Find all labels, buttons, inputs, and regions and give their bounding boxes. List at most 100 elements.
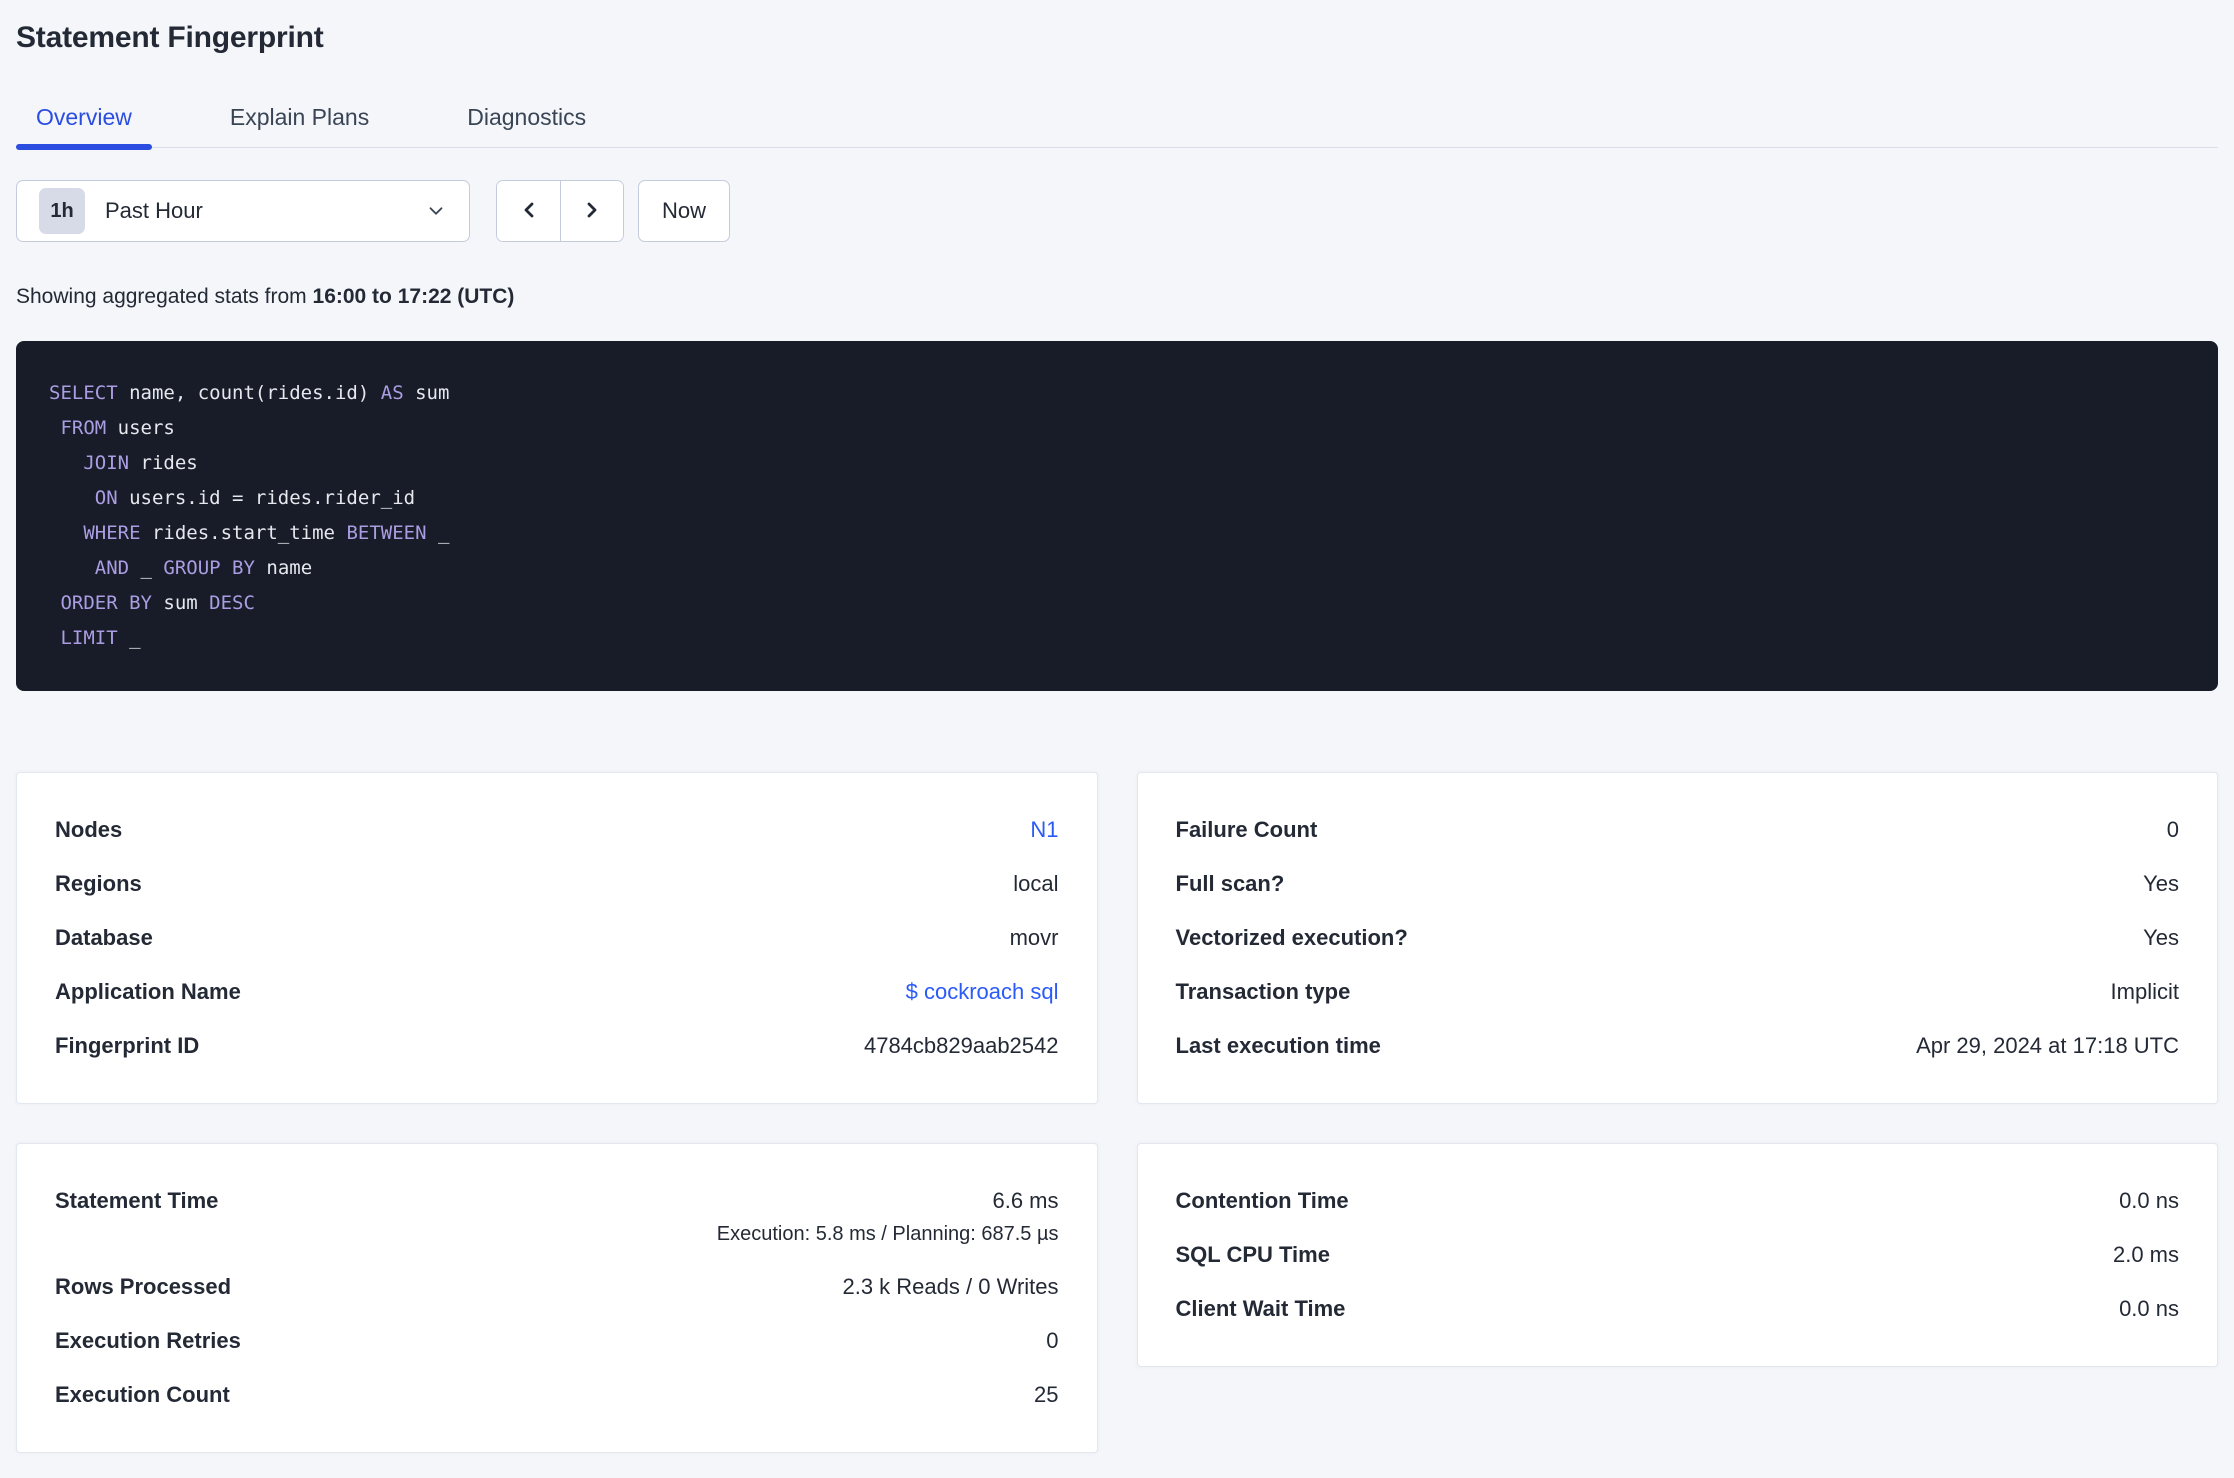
stat-label: Client Wait Time (1175, 1296, 1346, 1321)
sql-text: rides.start_time (140, 522, 347, 544)
timing-cards-row: Statement Time 6.6 ms Execution: 5.8 ms … (16, 1143, 2218, 1453)
stat-value: Yes (2143, 925, 2179, 950)
sql-text: users (106, 417, 175, 439)
next-interval-button[interactable] (560, 181, 623, 241)
stat-label: Fingerprint ID (55, 1033, 200, 1058)
prev-interval-button[interactable] (497, 181, 560, 241)
sql-line: WHERE rides.start_time BETWEEN _ (49, 516, 2185, 551)
stat-row: Regions local (55, 871, 1059, 897)
chevron-down-icon (425, 200, 447, 222)
stat-label: Contention Time (1175, 1188, 1349, 1213)
stat-row: Fingerprint ID 4784cb829aab2542 (55, 1033, 1059, 1059)
stat-value: 0 (2166, 817, 2179, 842)
stat-label: Transaction type (1175, 979, 1351, 1004)
sql-text: _ (426, 522, 450, 544)
stat-label: Execution Retries (55, 1328, 241, 1353)
stat-row: Execution Retries 0 (55, 1328, 1059, 1354)
stat-row: Vectorized execution? Yes (1176, 925, 2180, 951)
sql-keyword: DESC (209, 592, 255, 614)
aggregation-summary-range: 16:00 to 17:22 (UTC) (312, 285, 515, 308)
overview-cards-row: Nodes N1 Regions local Database movr App… (16, 772, 2218, 1104)
sql-text: rides (129, 452, 198, 474)
sql-statement-box: SELECT name, count(rides.id) AS sum FROM… (16, 341, 2218, 691)
sql-line: FROM users (49, 411, 2185, 446)
sql-text: name, count(rides.id) (117, 382, 381, 404)
stat-row: Execution Count 25 (55, 1382, 1059, 1408)
stat-label: Rows Processed (55, 1274, 232, 1299)
stat-label: Full scan? (1175, 871, 1285, 896)
stat-row: Last execution time Apr 29, 2024 at 17:1… (1176, 1033, 2180, 1059)
sql-keyword: ON (94, 487, 118, 509)
sql-line: ORDER BY sum DESC (49, 586, 2185, 621)
node-link[interactable]: N1 (1030, 817, 1058, 843)
stat-row: Transaction type Implicit (1176, 979, 2180, 1005)
stat-value-block: 6.6 ms Execution: 5.8 ms / Planning: 687… (717, 1188, 1059, 1246)
sql-text: name (254, 557, 313, 579)
stat-label: Vectorized execution? (1175, 925, 1408, 950)
stat-subvalue: Execution: 5.8 ms / Planning: 687.5 µs (716, 1223, 1059, 1245)
app-name-link[interactable]: $ cockroach sql (906, 979, 1059, 1005)
time-controls: 1h Past Hour Now (16, 180, 2218, 242)
stat-value: 25 (1034, 1382, 1059, 1407)
sql-keyword: SELECT (49, 382, 118, 404)
card-wait-time: Contention Time 0.0 ns SQL CPU Time 2.0 … (1136, 1143, 2218, 1367)
stat-label: Last execution time (1175, 1033, 1381, 1058)
sql-line: JOIN rides (49, 446, 2185, 481)
stat-value: 0 (1046, 1328, 1059, 1353)
now-button[interactable]: Now (638, 180, 730, 242)
stat-value: 6.6 ms (992, 1188, 1059, 1213)
stat-row: Contention Time 0.0 ns (1176, 1188, 2180, 1214)
stat-row: Full scan? Yes (1176, 871, 2180, 897)
time-range-dropdown[interactable]: 1h Past Hour (16, 180, 470, 242)
sql-text: users.id = rides.rider_id (117, 487, 416, 509)
tab-label: Explain Plans (229, 104, 370, 130)
stat-value: Yes (2143, 871, 2179, 896)
tab-diagnostics[interactable]: Diagnostics (447, 96, 606, 147)
tab-overview[interactable]: Overview (16, 96, 152, 150)
stat-value: local (1013, 871, 1059, 896)
stat-value: Implicit (2110, 979, 2179, 1004)
stat-row: Application Name $ cockroach sql (55, 979, 1059, 1005)
stat-row: Nodes N1 (55, 817, 1059, 843)
sql-text: _ (129, 557, 164, 579)
sql-keyword: LIMIT (60, 627, 118, 649)
sql-line: ON users.id = rides.rider_id (49, 481, 2185, 516)
sql-keyword: WHERE (83, 522, 141, 544)
interval-nav-group (496, 180, 624, 242)
stat-label: Database (55, 925, 153, 950)
card-statement-time: Statement Time 6.6 ms Execution: 5.8 ms … (16, 1143, 1098, 1453)
stat-label: Execution Count (55, 1382, 230, 1407)
stat-row: Database movr (55, 925, 1059, 951)
stat-value: Apr 29, 2024 at 17:18 UTC (1916, 1033, 2179, 1058)
sql-text: _ (117, 627, 141, 649)
stat-value: 0.0 ns (2119, 1188, 2179, 1213)
page-title: Statement Fingerprint (16, 21, 324, 54)
sql-text: sum (151, 592, 210, 614)
sql-keyword: ORDER BY (60, 592, 152, 614)
tab-bar: Overview Explain Plans Diagnostics (16, 96, 2218, 150)
sql-keyword: GROUP BY (163, 557, 255, 579)
aggregation-summary: Showing aggregated stats from 16:00 to 1… (16, 284, 2218, 309)
sql-line: LIMIT _ (49, 621, 2185, 656)
stat-row: SQL CPU Time 2.0 ms (1176, 1242, 2180, 1268)
chevron-left-icon (517, 198, 541, 225)
sql-text: sum (403, 382, 450, 404)
sql-keyword: BETWEEN (346, 522, 427, 544)
aggregation-summary-prefix: Showing aggregated stats from (16, 285, 313, 308)
stat-row: Statement Time 6.6 ms Execution: 5.8 ms … (55, 1188, 1059, 1246)
stat-value: 2.3 k Reads / 0 Writes (842, 1274, 1059, 1299)
card-execution-info: Failure Count 0 Full scan? Yes Vectorize… (1136, 772, 2218, 1104)
tab-explain-plans[interactable]: Explain Plans (210, 96, 389, 147)
tab-label: Overview (36, 104, 132, 130)
sql-line: SELECT name, count(rides.id) AS sum (49, 376, 2185, 411)
stat-value: movr (1009, 925, 1059, 950)
sql-keyword: FROM (60, 417, 107, 439)
time-range-badge: 1h (39, 188, 85, 234)
sql-keyword: AS (380, 382, 404, 404)
card-general-info: Nodes N1 Regions local Database movr App… (16, 772, 1098, 1104)
